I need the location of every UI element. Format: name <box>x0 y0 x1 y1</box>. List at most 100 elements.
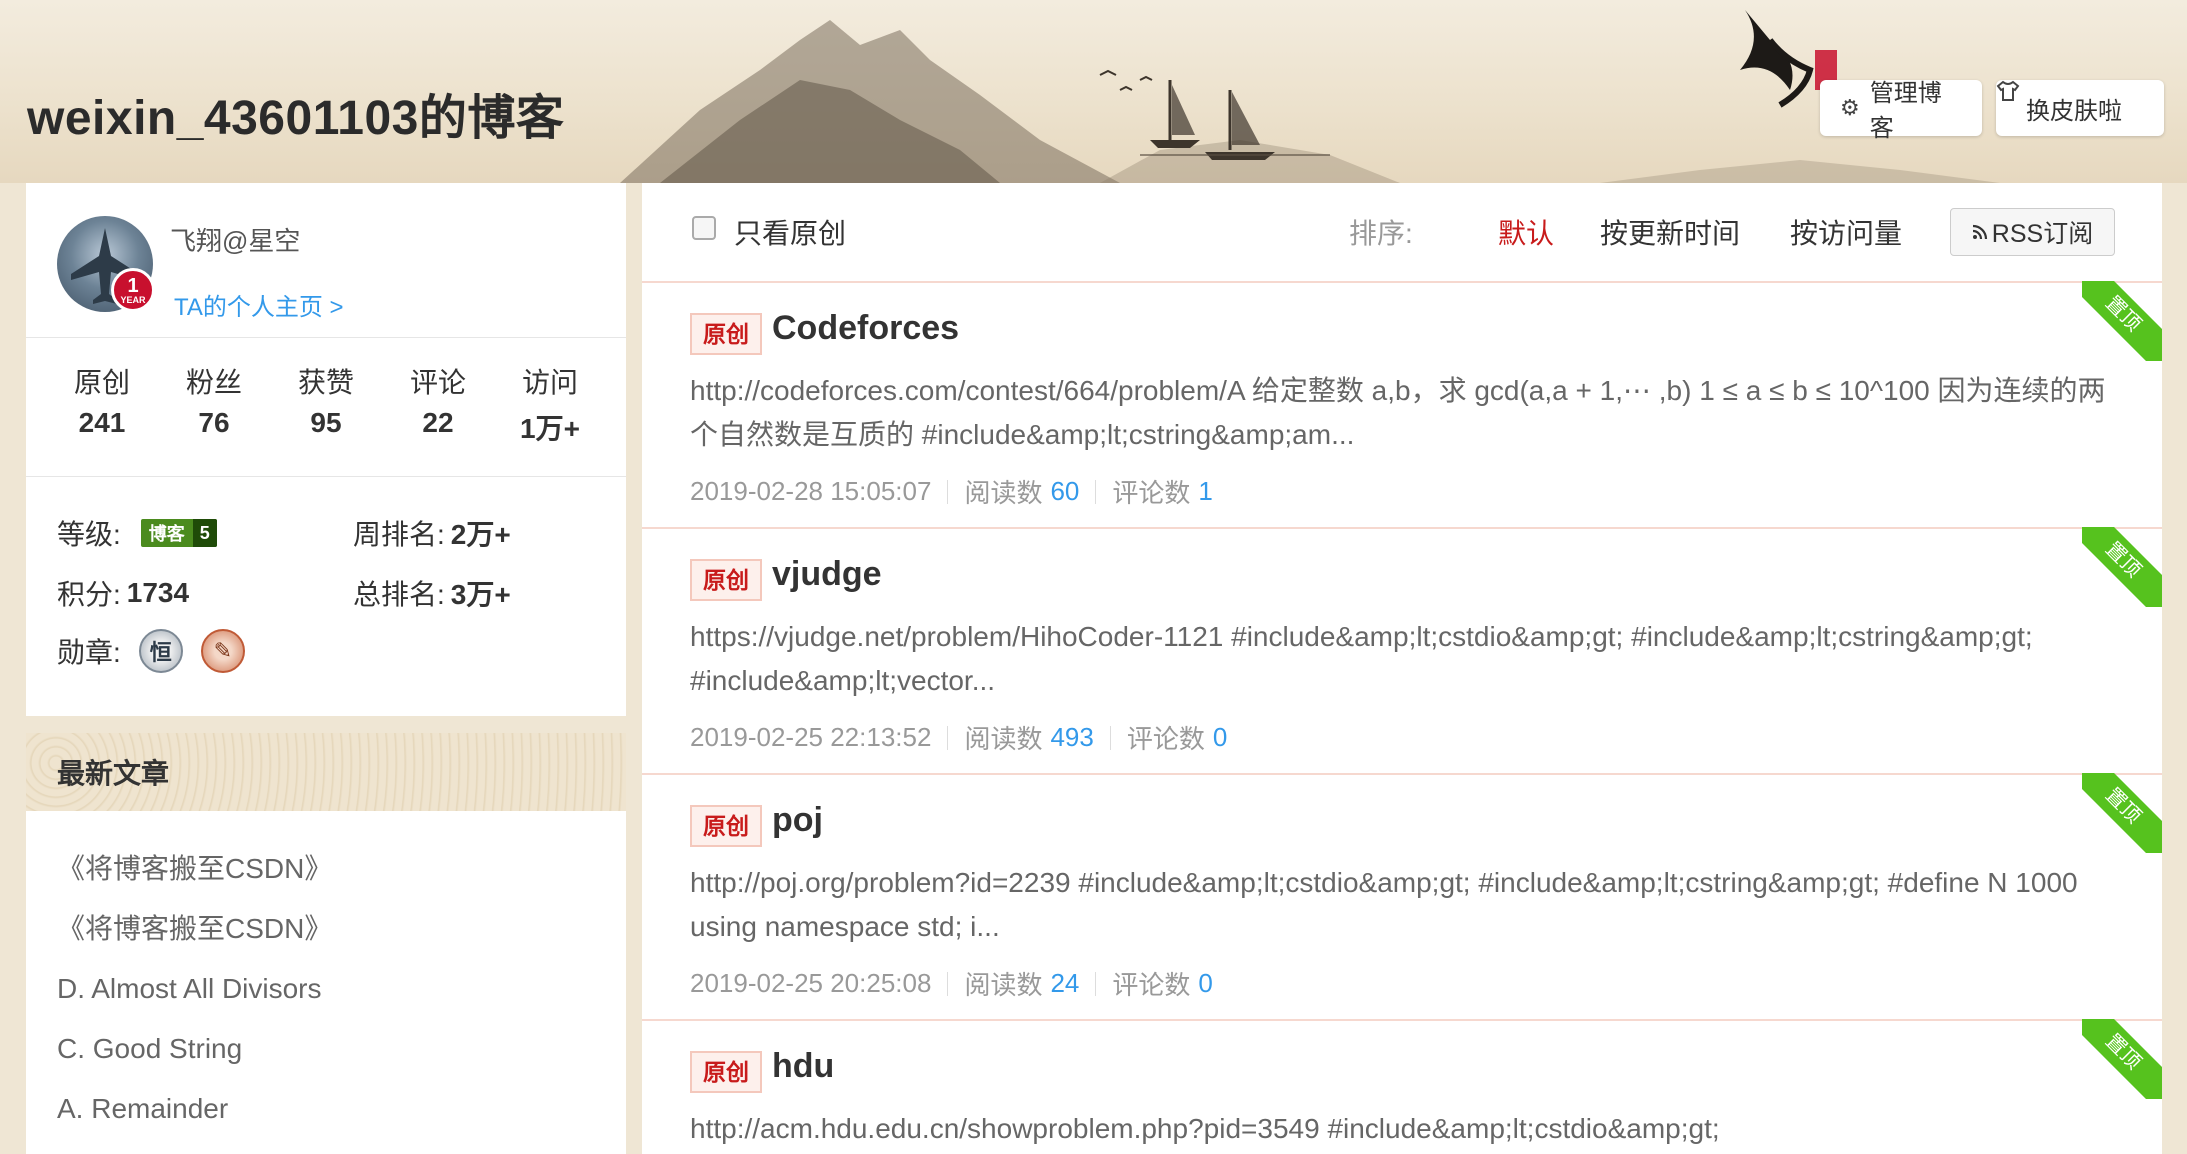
year-badge-text: YEAR <box>120 294 146 305</box>
stat-visits: 访问 1万+ <box>500 361 600 471</box>
article-title[interactable]: vjudge <box>772 555 882 594</box>
article-meta: 2019-02-25 20:25:08 阅读数 24 评论数 0 <box>690 965 1213 1002</box>
article-summary: http://acm.hdu.edu.cn/showproblem.php?pi… <box>690 1113 1720 1144</box>
total-rank-label: 总排名: <box>353 579 445 610</box>
stat-label: 粉丝 <box>185 367 242 398</box>
profile-card: 1 YEAR 飞翔@星空 TA的个人主页 > 原创 241 粉丝 76 获赞 9… <box>26 183 626 716</box>
points-value: 1734 <box>126 577 190 608</box>
stat-value: 241 <box>78 407 126 438</box>
meta-separator <box>947 725 949 750</box>
filter-bar: 只看原创 排序: 默认 按更新时间 按访问量 RSS订阅 <box>642 183 2162 281</box>
article-title[interactable]: poj <box>772 801 823 840</box>
only-original-checkbox[interactable] <box>692 216 716 240</box>
comment-count-label: 评论数 <box>1112 970 1191 1000</box>
pinned-ribbon: 置顶 <box>2082 1019 2162 1099</box>
article-item[interactable]: 原创 poj http://poj.org/problem?id=2239 #i… <box>642 773 2162 1017</box>
original-tag: 原创 <box>690 313 762 355</box>
read-count: 24 <box>1050 968 1080 998</box>
rss-subscribe-button[interactable]: RSS订阅 <box>1950 208 2115 256</box>
comment-count: 0 <box>1212 722 1228 752</box>
recent-article-item[interactable]: D. Almost All Divisors <box>26 963 626 1023</box>
article-date: 2019-02-25 20:25:08 <box>690 968 932 998</box>
article-date: 2019-02-28 15:05:07 <box>690 476 932 506</box>
original-tag: 原创 <box>690 805 762 847</box>
user-home-link[interactable]: TA的个人主页 > <box>174 287 344 322</box>
stat-label: 获赞 <box>297 367 354 398</box>
pinned-ribbon: 置顶 <box>2082 527 2162 607</box>
meta-separator <box>1109 725 1111 750</box>
sort-label: 排序: <box>1349 218 1413 249</box>
level-badge[interactable]: 博客 5 <box>140 519 217 547</box>
article-date: 2019-02-25 22:13:52 <box>690 722 932 752</box>
sort-by-visits-option[interactable]: 按访问量 <box>1790 212 1902 252</box>
total-rank-value: 3万+ <box>450 579 511 610</box>
article-item[interactable]: 原创 vjudge https://vjudge.net/problem/Hih… <box>642 527 2162 771</box>
week-rank-value: 2万+ <box>450 519 511 550</box>
stat-comments: 评论 22 <box>388 361 488 471</box>
read-count-label: 阅读数 <box>964 478 1043 508</box>
level-label: 等级: <box>57 519 121 550</box>
pinned-ribbon: 置顶 <box>2082 773 2162 853</box>
recent-articles-heading: 最新文章 <box>26 733 626 811</box>
persistence-medal-icon[interactable]: 恒 <box>138 629 183 673</box>
manage-blog-button[interactable]: ⚙ 管理博客 <box>1820 80 1982 142</box>
manage-blog-label: 管理博客 <box>1869 80 1942 142</box>
pinned-ribbon: 置顶 <box>2082 281 2162 361</box>
change-skin-label: 换皮肤啦 <box>2026 97 2122 125</box>
stat-value: 1万+ <box>520 413 580 444</box>
comment-count-label: 评论数 <box>1112 478 1191 508</box>
stat-original[interactable]: 原创 241 <box>52 361 152 471</box>
original-tag: 原创 <box>690 559 762 601</box>
read-count: 493 <box>1050 722 1094 752</box>
stats-row: 原创 241 粉丝 76 获赞 95 评论 22 访问 1万+ <box>26 361 626 471</box>
article-title[interactable]: Codeforces <box>772 309 959 348</box>
article-summary: http://codeforces.com/contest/664/proble… <box>690 375 2106 450</box>
article-meta: 2019-02-25 22:13:52 阅读数 493 评论数 0 <box>690 719 1227 756</box>
meta-separator <box>1095 971 1097 996</box>
comment-count: 1 <box>1198 476 1213 506</box>
pinned-label: 置顶 <box>2082 527 2162 607</box>
meta-separator <box>947 479 949 504</box>
recent-article-item[interactable]: 《将博客搬至CSDN》 <box>26 843 626 903</box>
only-original-label[interactable]: 只看原创 <box>734 212 846 252</box>
meta-separator <box>947 971 949 996</box>
header-banner: weixin_43601103的博客 ⚙ 管理博客 换皮肤啦 <box>0 0 2187 183</box>
article-list-panel: 只看原创 排序: 默认 按更新时间 按访问量 RSS订阅 原创 Codeforc… <box>642 183 2162 1154</box>
comment-count: 0 <box>1198 968 1213 998</box>
writing-medal-icon[interactable]: ✎ <box>200 629 245 673</box>
blog-title: weixin_43601103的博客 <box>27 92 565 145</box>
stat-value: 76 <box>198 407 230 438</box>
read-count: 60 <box>1050 476 1080 506</box>
user-name[interactable]: 飞翔@星空 <box>170 221 300 258</box>
article-summary: https://vjudge.net/problem/HihoCoder-112… <box>690 621 2033 696</box>
pinned-label: 置顶 <box>2082 1019 2162 1099</box>
change-skin-button[interactable]: 换皮肤啦 <box>1996 80 2164 136</box>
total-rank-row: 总排名: 3万+ <box>353 573 511 613</box>
stat-fans[interactable]: 粉丝 76 <box>164 361 264 471</box>
pinned-label: 置顶 <box>2082 773 2162 853</box>
year-badge-number: 1 <box>127 274 139 297</box>
sort-default-option[interactable]: 默认 <box>1498 212 1554 252</box>
rss-icon <box>1972 218 1988 247</box>
divider <box>26 476 626 477</box>
sort-by-update-option[interactable]: 按更新时间 <box>1600 212 1740 252</box>
stat-value: 22 <box>422 407 454 438</box>
level-badge-text: 博客 <box>148 524 185 544</box>
divider <box>26 337 626 338</box>
week-rank-label: 周排名: <box>353 519 445 550</box>
article-title[interactable]: hdu <box>772 1047 834 1086</box>
article-item[interactable]: 原创 hdu http://acm.hdu.edu.cn/showproblem… <box>642 1019 2162 1154</box>
read-count-label: 阅读数 <box>964 724 1043 754</box>
article-summary: http://poj.org/problem?id=2239 #include&… <box>690 867 2078 942</box>
article-item[interactable]: 原创 Codeforces http://codeforces.com/cont… <box>642 281 2162 525</box>
medals-row: 勋章: 恒 ✎ <box>57 629 245 673</box>
stat-label: 原创 <box>73 367 130 398</box>
stat-label: 访问 <box>521 367 578 398</box>
level-badge-number: 5 <box>192 519 217 547</box>
level-row: 等级: 博客 5 <box>57 513 217 553</box>
stat-label: 评论 <box>409 367 466 398</box>
recent-article-item[interactable]: A. Remainder <box>26 1083 626 1143</box>
recent-article-item[interactable]: C. Good String <box>26 1023 626 1083</box>
recent-article-item[interactable]: 《将博客搬至CSDN》 <box>26 903 626 963</box>
recent-articles-list: 《将博客搬至CSDN》 《将博客搬至CSDN》 D. Almost All Di… <box>26 811 626 1154</box>
